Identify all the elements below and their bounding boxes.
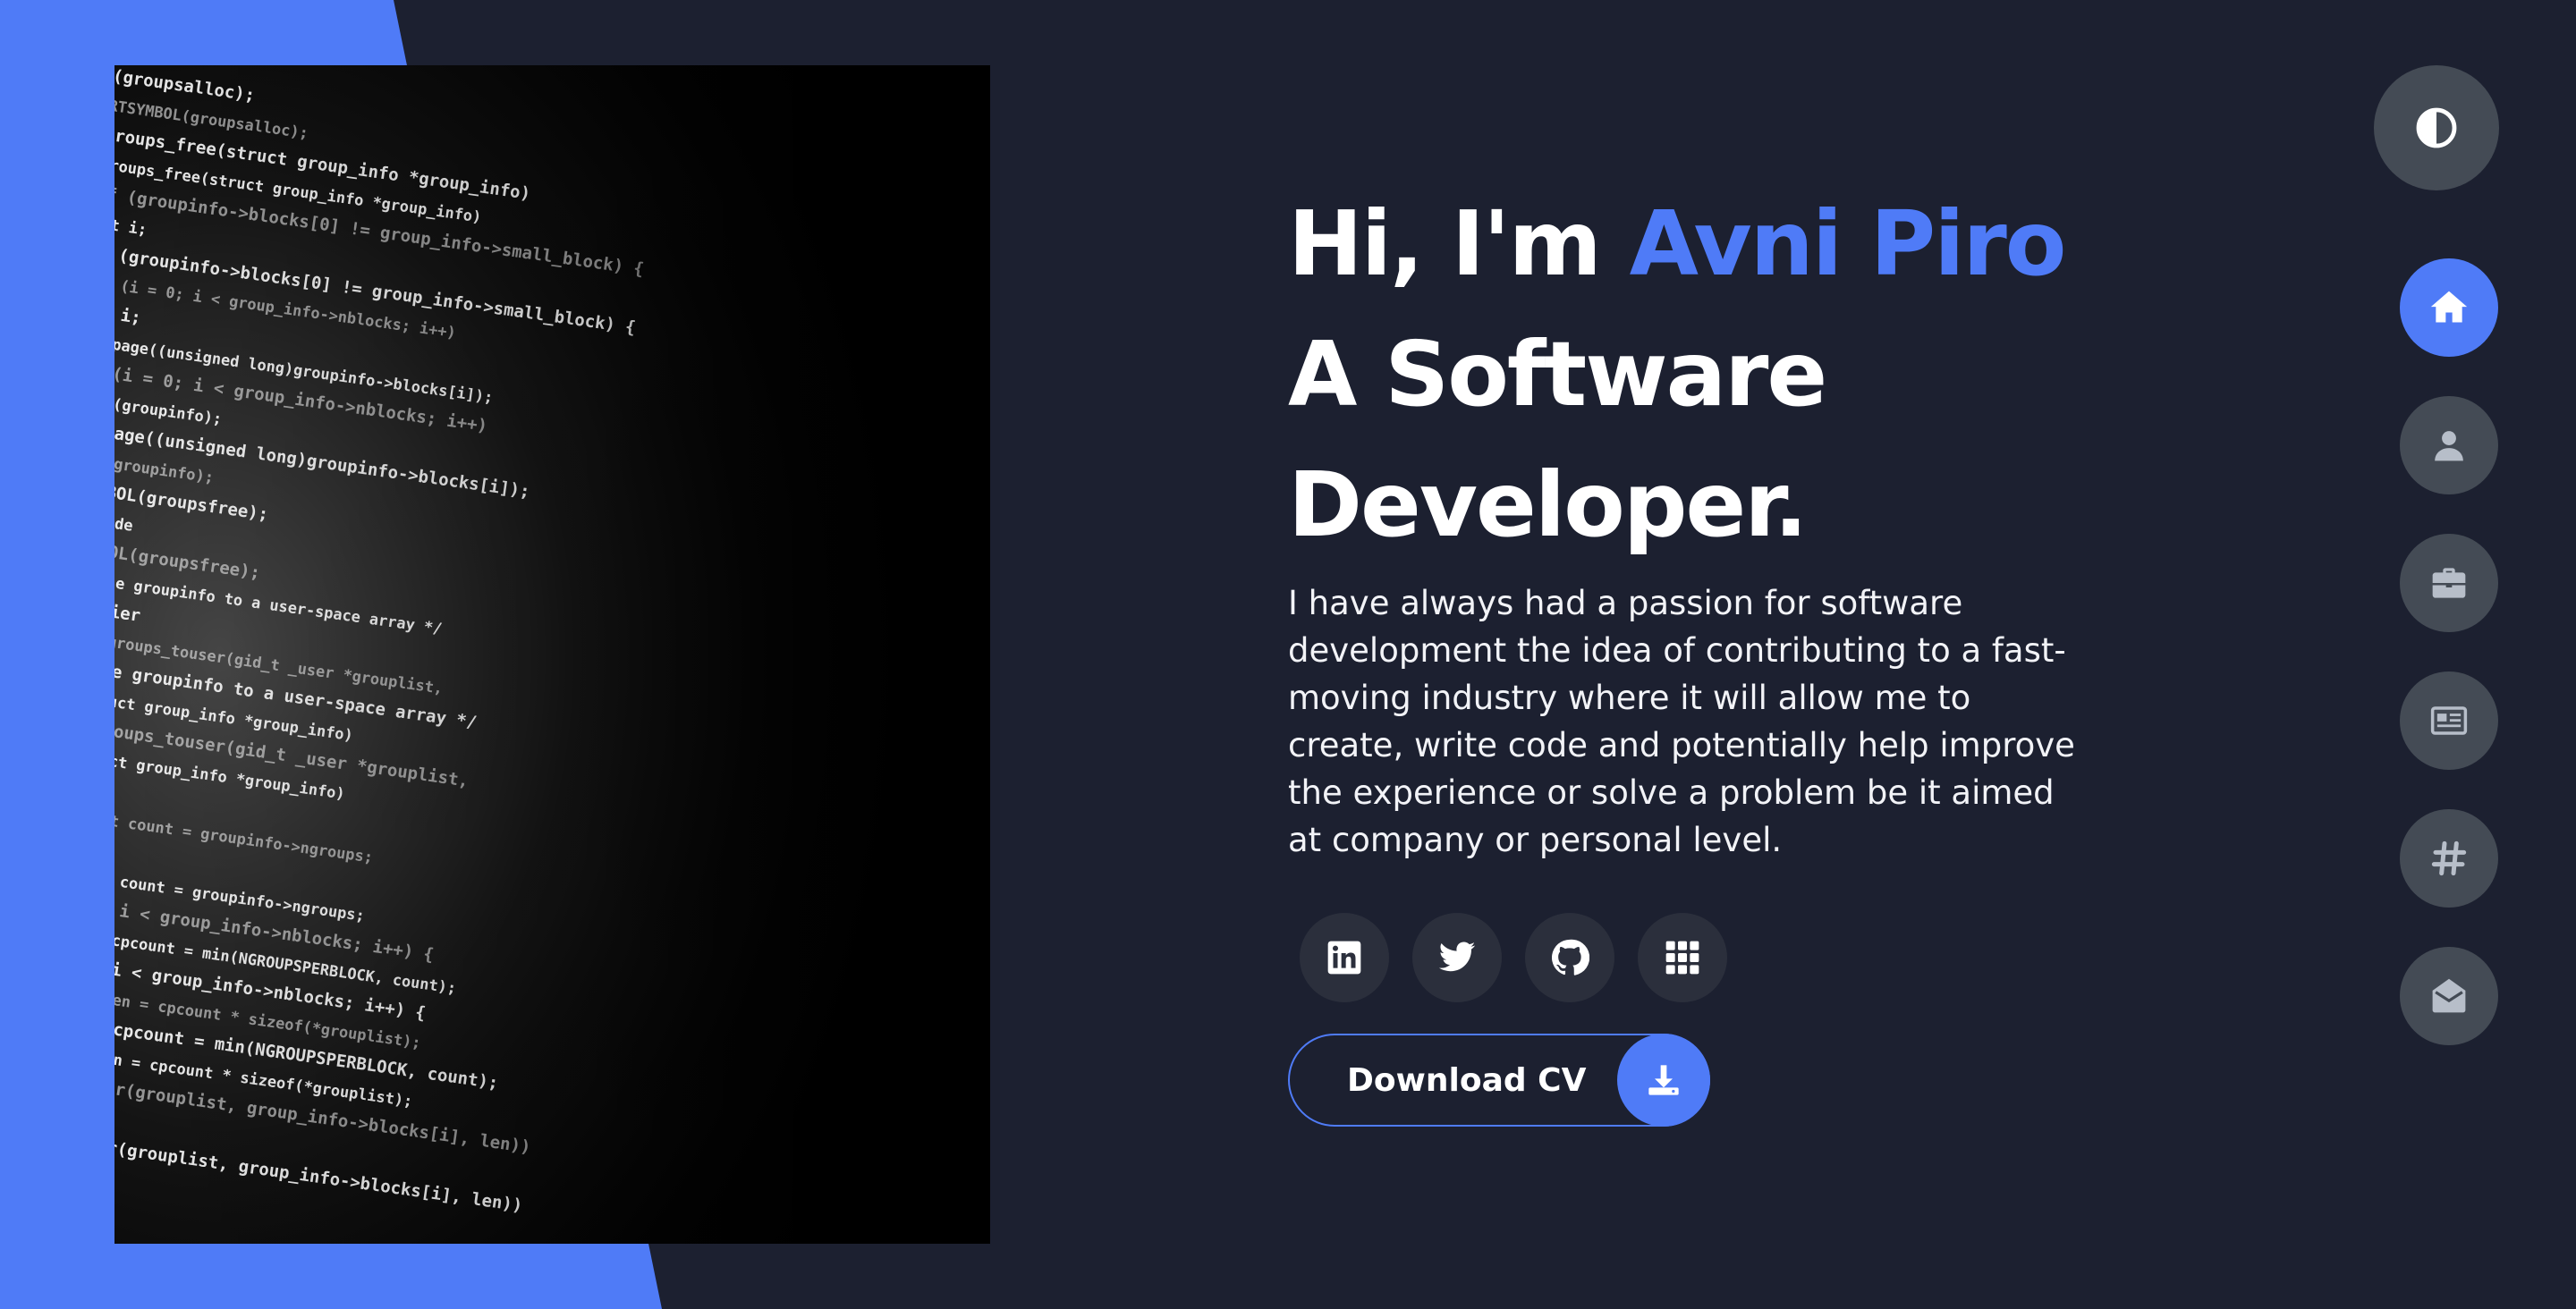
download-cv-label: Download CV — [1347, 1061, 1587, 1099]
home-icon — [2430, 291, 2468, 323]
hero-description: I have always had a passion for software… — [1288, 584, 2075, 859]
apps-grid-icon — [1665, 941, 1699, 975]
nav-home[interactable] — [2400, 258, 2498, 357]
github-icon — [1551, 939, 1589, 975]
nav-contact[interactable] — [2400, 947, 2498, 1045]
linkedin-icon — [1327, 941, 1361, 975]
nav-about[interactable] — [2400, 396, 2498, 494]
hero-role-line2: Developer. — [1288, 452, 1808, 557]
hero-section: Hi, I'm Avni Piro A Software Developer. … — [1288, 179, 2093, 864]
code-screen-graphic: (groupsalloc);RTSYMBOL(groupsalloc);grou… — [114, 65, 990, 1244]
twitter-button[interactable] — [1412, 913, 1502, 1002]
hero-code-image: (groupsalloc);RTSYMBOL(groupsalloc);grou… — [114, 65, 990, 1244]
nav-skills[interactable] — [2400, 809, 2498, 908]
hero-greeting: Hi, I'm — [1288, 191, 1630, 296]
download-icon — [1648, 1065, 1679, 1095]
apps-grid-button[interactable] — [1638, 913, 1727, 1002]
hashtag-icon — [2431, 840, 2467, 876]
hero-name: Avni Piro — [1629, 191, 2067, 296]
newspaper-icon — [2430, 706, 2468, 735]
envelope-open-icon — [2432, 978, 2466, 1013]
hero-role-line1: A Software — [1288, 322, 1827, 426]
download-icon-circle — [1617, 1034, 1710, 1127]
nav-blog[interactable] — [2400, 671, 2498, 770]
half-circle-contrast-icon — [2416, 107, 2457, 148]
social-links — [1300, 913, 1727, 1002]
briefcase-icon — [2432, 568, 2466, 598]
user-icon — [2435, 431, 2463, 461]
twitter-icon — [1438, 942, 1476, 972]
theme-toggle-button[interactable] — [2374, 65, 2499, 190]
github-button[interactable] — [1525, 913, 1614, 1002]
hero-title: Hi, I'm Avni Piro A Software Developer. — [1288, 179, 2093, 570]
linkedin-button[interactable] — [1300, 913, 1389, 1002]
download-cv-button[interactable]: Download CV — [1288, 1034, 1710, 1127]
nav-portfolio[interactable] — [2400, 534, 2498, 632]
side-navigation — [2400, 258, 2498, 1045]
